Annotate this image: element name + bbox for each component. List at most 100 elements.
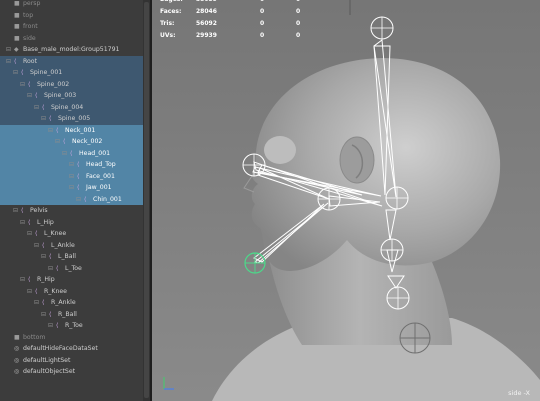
expand-toggle-icon[interactable]: ⊟	[69, 171, 74, 183]
outliner-scrollbar[interactable]	[143, 0, 150, 401]
outliner-item[interactable]: ⊟ ⟨ L_Toe	[0, 263, 150, 275]
expand-toggle-icon[interactable]: ⊟	[27, 228, 32, 240]
camera-icon: ■	[14, 23, 20, 30]
expand-toggle-icon[interactable]: ⊟	[27, 286, 32, 298]
outliner-item-label: R_Hip	[37, 276, 55, 283]
outliner-item[interactable]: ⊟ ⟨ L_Ball	[0, 251, 150, 263]
outliner-item[interactable]: ⊟ ⟨ R_Ball	[0, 309, 150, 321]
outliner-item[interactable]: ⊟ ⟨ Spine_003	[0, 90, 150, 102]
expand-toggle-icon[interactable]: ⊟	[34, 102, 39, 114]
outliner-item[interactable]: ⊟ ⟨ R_Toe	[0, 320, 150, 332]
outliner-item[interactable]: ⊟ ⟨ L_Ankle	[0, 240, 150, 252]
expand-toggle-icon[interactable]: ⊟	[62, 148, 67, 160]
joint-icon: ⟨	[49, 310, 52, 318]
outliner-item[interactable]: ⊟ ◆ Base_male_model:Group51791	[0, 44, 150, 56]
expand-toggle-icon[interactable]: ⊟	[6, 56, 11, 68]
outliner-item-label: Neck_002	[72, 138, 103, 145]
joint-chin-selected[interactable]	[244, 252, 266, 274]
outliner-item-label: R_Ankle	[51, 299, 76, 306]
outliner-item[interactable]: ⊟ ⟨ R_Hip	[0, 274, 150, 286]
expand-toggle-icon[interactable]: ⊟	[41, 251, 46, 263]
outliner-item[interactable]: ■ persp	[0, 0, 150, 10]
axis-gizmo	[163, 377, 174, 390]
outliner-item-label: Spine_005	[58, 115, 91, 122]
hud-label: Faces:	[160, 8, 182, 15]
hud-label: Tris:	[160, 20, 175, 27]
joint-icon: ⟨	[21, 207, 24, 214]
expand-toggle-icon[interactable]: ⊟	[41, 309, 46, 321]
outliner-panel[interactable]: ■ persp ■ top ■ front ■ side ⊟ ◆ Base_male_model:G…	[0, 0, 150, 401]
outliner-item-label: Jaw_001	[86, 184, 112, 191]
outliner-item[interactable]: ⊟ ⟨ Spine_001	[0, 67, 150, 79]
expand-toggle-icon[interactable]: ⊟	[55, 136, 60, 148]
expand-toggle-icon[interactable]: ⊟	[69, 182, 74, 194]
outliner-item[interactable]: ⊟ ⟨ Neck_001	[0, 124, 150, 137]
expand-toggle-icon[interactable]: ⊟	[6, 44, 11, 56]
outliner-item[interactable]: ⊟ ⟨ Head_Top	[0, 159, 150, 171]
outliner-item-label: Chin_001	[93, 195, 122, 203]
viewport-side[interactable]: Edges:5805900Faces:2804600Tris:5609200UV…	[152, 0, 540, 401]
outliner-item[interactable]: ⊟ ⟨ Chin_001	[0, 193, 150, 206]
expand-toggle-icon[interactable]: ⊟	[20, 217, 25, 229]
outliner-item-label: Face_001	[86, 172, 115, 180]
outliner-item-label: Base_male_model:Group51791	[23, 46, 120, 53]
outliner-item[interactable]: ⊟ ⟨ Spine_005	[0, 113, 150, 125]
outliner-item-label: L_Ankle	[51, 241, 75, 249]
outliner-item[interactable]: ⊟ ⟨ Head_001	[0, 147, 150, 160]
expand-toggle-icon[interactable]: ⊟	[48, 263, 53, 275]
outliner-item[interactable]: ⊟ ⟨ R_Ankle	[0, 297, 150, 309]
joint-head-top[interactable]	[370, 16, 394, 40]
outliner-item[interactable]: ⊟ ⟨ R_Knee	[0, 286, 150, 298]
outliner-item[interactable]: ⊟ ⟨ Spine_004	[0, 101, 150, 114]
joint-neck-002[interactable]	[380, 238, 404, 262]
expand-toggle-icon[interactable]: ⊟	[34, 240, 39, 252]
expand-toggle-icon[interactable]: ⊟	[27, 90, 32, 102]
outliner-item[interactable]: ⊟ ⟨ Spine_002	[0, 78, 150, 91]
outliner-item-label: Head_Top	[86, 161, 116, 168]
outliner-item-label: L_Toe	[65, 264, 82, 272]
outliner-item-label: Head_001	[79, 149, 111, 157]
expand-toggle-icon[interactable]: ⊟	[13, 205, 18, 217]
expand-toggle-icon[interactable]: ⊟	[41, 113, 46, 125]
outliner-item-label: defaultHideFaceDataSet	[23, 345, 98, 352]
outliner-item[interactable]: ■ front	[0, 21, 150, 33]
outliner-item[interactable]: ⊟ ⟨ Pelvis	[0, 205, 150, 217]
hud-value: 0	[296, 20, 301, 27]
outliner-item[interactable]: ◎ defaultObjectSet	[0, 366, 150, 378]
outliner-item[interactable]: ⊟ ⟨ Neck_002	[0, 136, 150, 148]
expand-toggle-icon[interactable]: ⊟	[76, 194, 81, 206]
outliner-item[interactable]: ⊟ ⟨ L_Knee	[0, 228, 150, 240]
expand-toggle-icon[interactable]: ⊟	[48, 125, 53, 137]
outliner-item[interactable]: ■ top	[0, 10, 150, 22]
joint-jaw[interactable]	[317, 187, 341, 211]
outliner-item[interactable]: ◎ defaultHideFaceDataSet	[0, 343, 150, 355]
outliner-item[interactable]: ⊟ ⟨ Face_001	[0, 170, 150, 183]
outliner-item-label: defaultLightSet	[23, 356, 71, 364]
expand-toggle-icon[interactable]: ⊟	[20, 274, 25, 286]
hud-row: Tris: 56092 0 0	[160, 18, 320, 30]
outliner-item[interactable]: ◎ defaultLightSet	[0, 355, 150, 367]
outliner-item-label: Spine_001	[30, 69, 63, 76]
outliner-item[interactable]: ■ side	[0, 33, 150, 45]
hud-value: 0	[260, 8, 265, 15]
outliner-item-label: side	[23, 34, 36, 42]
outliner-item[interactable]: ⊟ ⟨ Jaw_001	[0, 182, 150, 194]
joint-icon: ⟨	[70, 149, 73, 157]
outliner-item[interactable]: ■ bottom	[0, 332, 150, 344]
expand-toggle-icon[interactable]: ⊟	[48, 320, 53, 332]
joint-head[interactable]	[385, 186, 409, 210]
expand-toggle-icon[interactable]: ⊟	[20, 79, 25, 91]
expand-toggle-icon[interactable]: ⊟	[13, 67, 18, 79]
expand-toggle-icon[interactable]: ⊟	[69, 159, 74, 171]
expand-toggle-icon[interactable]: ⊟	[34, 297, 39, 309]
outliner-item[interactable]: ⊟ ⟨ Root	[0, 55, 150, 68]
scrollbar-thumb[interactable]	[144, 2, 149, 398]
joint-icon: ⟨	[28, 80, 31, 88]
outliner-item[interactable]: ⊟ ⟨ L_Hip	[0, 217, 150, 229]
outliner-item-label: Neck_001	[65, 126, 96, 134]
joint-neck-001[interactable]	[386, 286, 410, 310]
joint-icon: ⟨	[56, 322, 59, 329]
camera-icon: ■	[14, 11, 20, 19]
joint-face[interactable]	[242, 153, 266, 177]
poly-count-hud: Edges:5805900Faces:2804600Tris:5609200UV…	[160, 0, 320, 42]
